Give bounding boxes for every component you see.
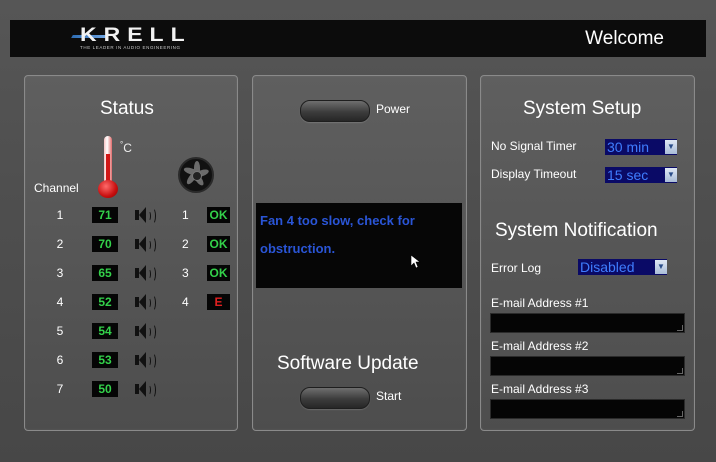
channel-temperature: 52 xyxy=(92,294,118,310)
fan-icon xyxy=(178,157,214,193)
display-timeout-value: 15 sec xyxy=(607,167,649,183)
header-bar: KRELL THE LEADER IN AUDIO ENGINEERING We… xyxy=(10,20,706,57)
fan-number: 1 xyxy=(182,208,189,222)
speaker-icon xyxy=(135,294,159,311)
logo-tagline: THE LEADER IN AUDIO ENGINEERING xyxy=(80,45,181,50)
email3-field[interactable] xyxy=(490,399,685,419)
channel-row: 5 54 xyxy=(25,322,237,342)
system-notification-title: System Notification xyxy=(495,220,658,241)
fan-number: 3 xyxy=(182,266,189,280)
message-display: Fan 4 too slow, check for obstruction. xyxy=(256,203,462,288)
fan-status-badge: OK xyxy=(207,265,230,281)
channel-number: 2 xyxy=(56,237,64,251)
message-text: Fan 4 too slow, check for obstruction. xyxy=(260,213,415,256)
fan-status-badge: E xyxy=(207,294,230,310)
channel-number: 1 xyxy=(56,208,64,222)
channel-row: 7 50 xyxy=(25,380,237,400)
welcome-text: Welcome xyxy=(585,28,664,49)
status-title: Status xyxy=(100,98,154,119)
no-signal-timer-label: No Signal Timer xyxy=(491,139,577,153)
error-log-select[interactable]: Disabled ▼ xyxy=(578,259,667,275)
channel-number: 4 xyxy=(56,295,64,309)
channel-temperature: 65 xyxy=(92,265,118,281)
chevron-down-icon: ▼ xyxy=(655,260,667,274)
fan-status-badge: OK xyxy=(207,236,230,252)
email2-label: E-mail Address #2 xyxy=(491,339,589,353)
no-signal-timer-select[interactable]: 30 min ▼ xyxy=(605,139,677,155)
system-setup-title: System Setup xyxy=(523,98,642,119)
channel-row: 3 65 3 OK xyxy=(25,264,237,284)
email3-label: E-mail Address #3 xyxy=(491,382,589,396)
channel-temperature: 71 xyxy=(92,207,118,223)
speaker-icon xyxy=(135,207,159,224)
email1-label: E-mail Address #1 xyxy=(491,296,589,310)
channel-temperature: 54 xyxy=(92,323,118,339)
speaker-icon xyxy=(135,352,159,369)
channel-row: 2 70 2 OK xyxy=(25,235,237,255)
display-timeout-select[interactable]: 15 sec ▼ xyxy=(605,167,677,183)
fan-number: 2 xyxy=(182,237,189,251)
mouse-cursor-icon xyxy=(411,255,421,269)
channel-number: 6 xyxy=(56,353,64,367)
logo-text: KRELL xyxy=(80,23,192,46)
channel-row: 6 53 xyxy=(25,351,237,371)
krell-logo: KRELL THE LEADER IN AUDIO ENGINEERING xyxy=(71,23,222,53)
speaker-icon xyxy=(135,381,159,398)
fan-number: 4 xyxy=(182,295,189,309)
power-label: Power xyxy=(376,102,411,116)
thermometer-icon xyxy=(97,136,119,198)
channel-temperature: 70 xyxy=(92,236,118,252)
chevron-down-icon: ▼ xyxy=(665,168,677,182)
channel-number: 3 xyxy=(56,266,64,280)
power-button[interactable] xyxy=(300,100,370,122)
channel-row: 1 71 1 OK xyxy=(25,206,237,226)
email2-field[interactable] xyxy=(490,356,685,376)
fan-status-badge: OK xyxy=(207,207,230,223)
control-panel: Power Fan 4 too slow, check for obstruct… xyxy=(252,75,467,431)
chevron-down-icon: ▼ xyxy=(665,140,677,154)
speaker-icon xyxy=(135,236,159,253)
speaker-icon xyxy=(135,323,159,340)
speaker-icon xyxy=(135,265,159,282)
email1-field[interactable] xyxy=(490,313,685,333)
channel-temperature: 50 xyxy=(92,381,118,397)
no-signal-timer-value: 30 min xyxy=(607,139,650,155)
channel-row: 4 52 4 E xyxy=(25,293,237,313)
display-timeout-label: Display Timeout xyxy=(491,167,577,181)
start-label: Start xyxy=(376,389,402,403)
error-log-label: Error Log xyxy=(491,261,542,275)
system-setup-panel: System Setup No Signal Timer 30 min ▼ Di… xyxy=(480,75,695,431)
software-update-title: Software Update xyxy=(277,353,419,374)
start-update-button[interactable] xyxy=(300,387,370,409)
temperature-unit: °C xyxy=(120,140,132,155)
channel-label: Channel xyxy=(34,181,79,195)
krell-control-window: KRELL THE LEADER IN AUDIO ENGINEERING We… xyxy=(0,0,716,462)
channel-number: 5 xyxy=(56,324,64,338)
channel-temperature: 53 xyxy=(92,352,118,368)
status-panel: Status °C Channel 1 71 1 OK 2 70 2 OK 3 65 3 OK 4 52 4… xyxy=(24,75,238,431)
error-log-value: Disabled xyxy=(580,259,635,275)
channel-number: 7 xyxy=(56,382,64,396)
